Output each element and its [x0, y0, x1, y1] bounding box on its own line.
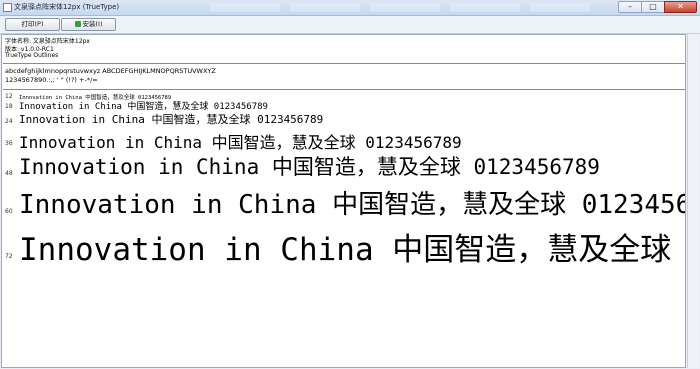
sample-text: Innovation in China 中国智造，慧及全球 0123456789 [19, 113, 324, 126]
install-button-label: 安装(I) [82, 20, 103, 28]
vertical-scrollbar[interactable] [687, 34, 699, 368]
maximize-button[interactable]: □ [641, 1, 665, 13]
font-viewer-window: 文泉驿点阵宋体12px (TrueType) – □ ✕ 打印(P) 安装(I)… [0, 0, 700, 369]
font-type-line: TrueType Outlines [5, 52, 59, 59]
minimize-button[interactable]: – [618, 1, 642, 13]
charset-letters: abcdefghijklmnopqrstuvwxyz ABCDEFGHIJKLM… [5, 67, 216, 75]
sample-size-label: 72 [5, 253, 13, 260]
sample-text: Innovation in China 中国智造，慧及全球 0123456789 [19, 155, 600, 179]
sample-size-label: 36 [5, 140, 13, 147]
close-button[interactable]: ✕ [664, 1, 697, 13]
sample-text: Innovation in China 中国智造，慧及全球 0123456789 [19, 232, 685, 268]
ghost-item [370, 3, 440, 12]
toolbar: 打印(P) 安装(I) [0, 16, 700, 34]
app-icon [3, 3, 12, 12]
print-button-label: 打印(P) [21, 20, 44, 28]
install-button[interactable]: 安装(I) [61, 18, 116, 31]
ghost-item [450, 3, 520, 12]
sample-text: Innovation in China 中国智造，慧及全球 0123456789 [19, 190, 686, 220]
ghost-item [530, 3, 590, 12]
sample-size-label: 12 [5, 93, 13, 100]
font-preview-area[interactable]: 字体名称: 文泉驿点阵宋体12px 版本: v1.0.0-RC1 TrueTyp… [1, 34, 686, 368]
title-bar[interactable]: 文泉驿点阵宋体12px (TrueType) – □ ✕ [0, 0, 700, 16]
charset-digits: 1234567890.:,; ' " (!?) +-*/= [5, 76, 98, 84]
divider [3, 89, 685, 90]
ghost-item [290, 3, 360, 12]
sample-size-label: 24 [5, 118, 13, 125]
sample-size-label: 60 [5, 208, 13, 215]
sample-size-label: 48 [5, 170, 13, 177]
ghost-item [210, 3, 280, 12]
background-taskbar-ghost [210, 3, 600, 12]
sample-size-label: 18 [5, 103, 13, 110]
print-button[interactable]: 打印(P) [5, 18, 60, 31]
shield-icon [74, 21, 81, 27]
sample-text: Innovation in China 中国智造，慧及全球 0123456789 [19, 133, 462, 152]
window-title: 文泉驿点阵宋体12px (TrueType) [14, 3, 120, 11]
divider [3, 63, 685, 64]
